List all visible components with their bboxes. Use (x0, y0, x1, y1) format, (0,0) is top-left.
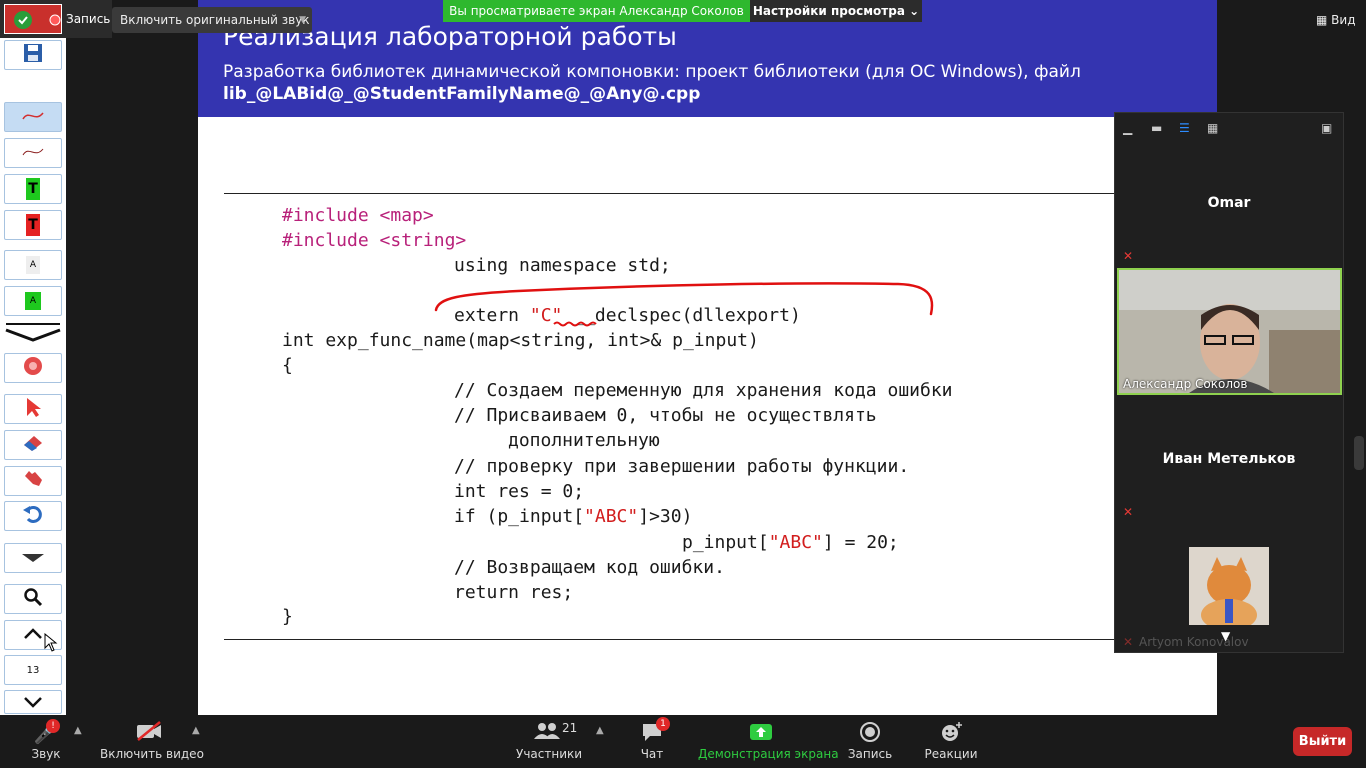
record-icon (846, 715, 894, 743)
video-off-icon (100, 715, 198, 743)
undo-icon (22, 504, 44, 528)
text-red-icon: T (26, 214, 40, 236)
scroll-up-icon (22, 626, 44, 645)
video-panel: ▁ ▬ ☰ ▦ ▣ Omar ✕ Александр Соколов Иван … (1114, 112, 1344, 653)
chevron-down-icon[interactable]: ▼ (299, 7, 306, 33)
chevron-up-icon[interactable]: ▲ (74, 725, 82, 736)
shared-screen: Реализация лабораторной работы Разработк… (198, 0, 1217, 715)
leave-button[interactable]: Выйти (1293, 727, 1352, 756)
save-button[interactable] (4, 40, 62, 70)
dropdown-icon (20, 549, 46, 568)
participant-name: Omar (1207, 195, 1251, 211)
audio-button[interactable]: 🎤 Звук ! (22, 715, 70, 768)
record-tool[interactable] (4, 353, 62, 383)
zoom-window: Реализация лабораторной работы Разработк… (0, 0, 1366, 768)
video-frame (1119, 270, 1340, 393)
original-sound-label: Включить оригинальный звук (120, 13, 310, 27)
mic-muted-icon: ✕ (1123, 505, 1134, 519)
hand-tool[interactable] (4, 466, 62, 496)
highlight-tool[interactable]: A (4, 250, 62, 280)
grid-icon: ▦ (1316, 13, 1328, 27)
record-icon (22, 355, 44, 381)
zoom-level-value: 13 (26, 664, 40, 676)
highlight-a-green-icon: A (25, 292, 41, 310)
mic-muted-icon: ✕ (1123, 249, 1134, 263)
eraser-tool[interactable] (4, 430, 62, 460)
record-label: Запись (847, 747, 893, 761)
recording-indicator[interactable]: Запись (0, 0, 112, 38)
chevron-up-icon[interactable]: ▲ (192, 725, 200, 736)
text-red-tool[interactable]: T (4, 210, 62, 240)
shield-icon (4, 4, 62, 34)
participant-name: Artyom Konovalov (1139, 635, 1249, 649)
meeting-controls: 🎤 Звук ! ▲ Включить видео ▲ Участники 21… (0, 715, 1366, 768)
annotation-underline (553, 321, 597, 327)
video-label: Включить видео (100, 747, 204, 761)
pen-thin-tool[interactable] (4, 138, 62, 168)
highlight-green-tool[interactable]: A (4, 286, 62, 316)
record-button[interactable]: Запись (846, 715, 894, 768)
zoom-button[interactable] (4, 584, 62, 614)
dropdown-button[interactable] (4, 543, 62, 573)
participant-video-label: Александр Соколов (1123, 377, 1248, 391)
view-settings-button[interactable]: Настройки просмотра ⌄ (750, 0, 922, 22)
participant-video[interactable]: Александр Соколов (1117, 268, 1342, 395)
pointer-tool[interactable] (4, 394, 62, 424)
viewing-banner: Вы просматриваете экран Александр Соколо… (443, 0, 750, 22)
pop-out-icon[interactable]: ▣ (1321, 121, 1332, 135)
view-mode-button[interactable]: ▦ Вид (1308, 8, 1366, 32)
text-green-icon: T (26, 178, 40, 200)
scroll-down-icon (22, 693, 44, 712)
collapse-icon[interactable] (4, 322, 62, 344)
zoom-icon (23, 587, 43, 611)
save-icon (22, 42, 44, 68)
audio-label: Звук (31, 747, 61, 761)
video-button[interactable]: Включить видео (100, 715, 204, 768)
chevron-up-icon[interactable]: ▲ (596, 725, 604, 736)
gallery-view-icon[interactable]: ▦ (1207, 121, 1218, 135)
annotation-stroke (434, 282, 934, 316)
annotation-toolbar: T T A A 13 (0, 38, 66, 715)
zoom-level[interactable]: 13 (4, 655, 62, 685)
video-panel-toolbar: ▁ ▬ ☰ ▦ ▣ (1115, 113, 1343, 143)
chat-button[interactable]: Чат 1 (636, 715, 670, 768)
chat-label: Чат (640, 747, 664, 761)
reactions-icon (924, 715, 978, 743)
text-green-tool[interactable]: T (4, 174, 62, 204)
pen-icon (21, 108, 45, 127)
pointer-icon (23, 396, 43, 422)
pen-tool[interactable] (4, 102, 62, 132)
record-label: Запись (66, 12, 111, 26)
undo-button[interactable] (4, 501, 62, 531)
reactions-button[interactable]: Реакции (924, 715, 978, 768)
hand-icon (21, 468, 45, 494)
audio-badge: ! (46, 719, 60, 733)
scrollbar-thumb[interactable] (1354, 436, 1364, 470)
minimize-icon[interactable]: ▁ (1123, 121, 1132, 135)
share-screen-label: Демонстрация экрана (698, 747, 839, 761)
pen-thin-icon (21, 144, 45, 163)
share-screen-button[interactable]: Демонстрация экрана (698, 715, 839, 768)
participant-avatar (1189, 547, 1269, 625)
highlight-a-icon: A (26, 256, 40, 274)
annotation-layer (434, 282, 934, 327)
reactions-label: Реакции (924, 747, 978, 761)
participants-button[interactable]: Участники 21 (516, 715, 583, 768)
chevron-down-icon[interactable]: ▼ (1221, 629, 1230, 643)
hide-video-icon[interactable]: ▬ (1151, 121, 1162, 135)
participants-count: 21 (562, 721, 578, 735)
original-sound-toggle[interactable]: Включить оригинальный звук ▼ (112, 7, 312, 33)
scroll-down-button[interactable] (4, 690, 62, 714)
mic-muted-icon: ✕ (1123, 635, 1134, 649)
view-settings-label: Настройки просмотра (752, 4, 905, 18)
mouse-cursor-icon (44, 633, 58, 652)
view-mode-label: Вид (1331, 13, 1356, 27)
eraser-icon (21, 433, 45, 457)
share-screen-icon (698, 715, 824, 743)
participant-name: Иван Метельков (1162, 451, 1296, 467)
chevron-down-icon: ⌄ (909, 4, 920, 18)
participants-label: Участники (516, 747, 583, 761)
speaker-view-icon[interactable]: ☰ (1179, 121, 1190, 135)
chat-badge: 1 (656, 717, 670, 731)
